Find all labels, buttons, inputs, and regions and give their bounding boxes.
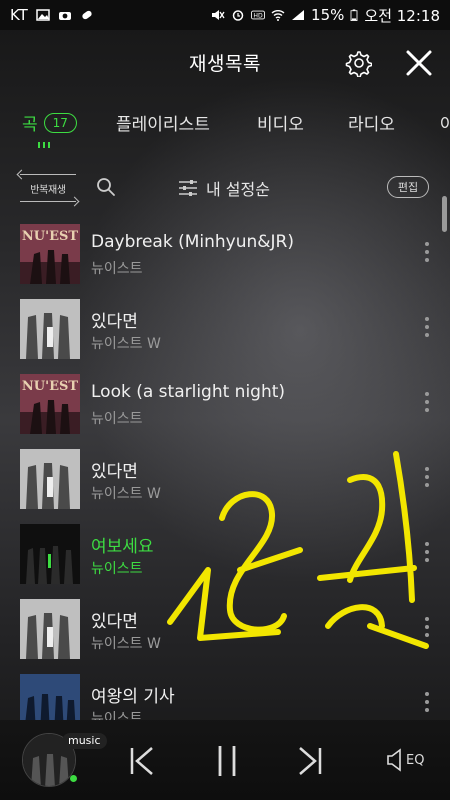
list-item[interactable]: 있다면 뉴이스트 W xyxy=(0,587,450,662)
signal-icon xyxy=(292,10,305,20)
mute-icon xyxy=(212,10,225,20)
list-item[interactable]: 있다면 뉴이스트 W xyxy=(0,287,450,362)
more-icon[interactable] xyxy=(424,467,430,489)
pill-icon xyxy=(82,10,92,20)
album-art xyxy=(20,449,80,509)
tab-playlists[interactable]: 플레이리스트 xyxy=(116,110,210,135)
song-title: 있다면 xyxy=(91,462,138,482)
song-artist: 뉴이스트 W xyxy=(91,636,161,652)
song-count-badge: 17 xyxy=(43,112,77,133)
speaker-icon xyxy=(387,748,401,772)
song-title: 여왕의 기사 xyxy=(91,687,175,707)
album-art: NU'EST xyxy=(20,224,80,284)
album-art xyxy=(20,299,80,359)
tab-bar: 곡 17 플레이리스트 비디오 라디오 아 xyxy=(0,96,450,152)
song-artist: 뉴이스트 xyxy=(91,711,143,720)
song-artist: 뉴이스트 xyxy=(91,561,143,577)
list-item[interactable]: 있다면 뉴이스트 W xyxy=(0,437,450,512)
hd-icon: HD xyxy=(251,10,266,20)
scrollbar[interactable] xyxy=(442,196,447,232)
song-title: Daybreak (Minhyun&JR) xyxy=(91,232,294,252)
repeat-label: 반복재생 xyxy=(30,184,66,196)
music-badge: music xyxy=(62,733,107,749)
song-title: 있다면 xyxy=(91,312,138,332)
tab-songs[interactable]: 곡 17 xyxy=(22,110,77,135)
song-title: Look (a starlight night) xyxy=(91,382,286,402)
edit-label: 편집 xyxy=(397,181,419,194)
list-item[interactable]: NU'EST Daybreak (Minhyun&JR) 뉴이스트 xyxy=(0,212,450,287)
more-icon[interactable] xyxy=(424,617,430,639)
carrier-label: KT xyxy=(10,6,28,24)
more-icon[interactable] xyxy=(424,242,430,264)
clock: 오전 12:18 xyxy=(364,6,440,25)
sliders-icon xyxy=(179,180,197,196)
tab-label: 플레이리스트 xyxy=(116,115,210,135)
next-icon[interactable] xyxy=(294,744,324,778)
song-list: NU'EST Daybreak (Minhyun&JR) 뉴이스트 있다면 뉴이… xyxy=(0,212,450,720)
gear-icon[interactable] xyxy=(344,49,372,77)
more-icon[interactable] xyxy=(424,392,430,414)
playing-dot xyxy=(70,775,77,782)
song-title: 있다면 xyxy=(91,612,138,632)
more-icon[interactable] xyxy=(424,542,430,564)
battery-percent: 15% xyxy=(311,6,345,24)
list-item[interactable]: 여왕의 기사 뉴이스트 xyxy=(0,662,450,720)
eq-label: EQ xyxy=(406,752,425,768)
album-art xyxy=(20,599,80,659)
status-bar: KT HD 15% 오전 12:18 xyxy=(0,0,450,30)
page-title: 재생목록 xyxy=(189,52,261,75)
edit-button[interactable]: 편집 xyxy=(387,176,429,198)
svg-text:NU'EST: NU'EST xyxy=(22,379,78,394)
battery-icon xyxy=(350,9,358,21)
song-artist: 뉴이스트 xyxy=(91,411,143,427)
close-icon[interactable] xyxy=(404,48,434,78)
tab-radio[interactable]: 라디오 xyxy=(348,110,395,135)
more-icon[interactable] xyxy=(424,692,430,714)
sort-label: 내 설정순 xyxy=(206,180,270,199)
gallery-icon xyxy=(36,9,50,21)
now-playing-indicator xyxy=(38,142,52,148)
tab-label: 아 xyxy=(440,115,450,135)
eq-button[interactable]: EQ xyxy=(386,746,432,774)
pause-icon[interactable] xyxy=(212,744,242,778)
album-art xyxy=(20,674,80,720)
svg-text:HD: HD xyxy=(253,13,263,20)
song-artist: 뉴이스트 W xyxy=(91,336,161,352)
tab-label: 라디오 xyxy=(348,115,395,135)
search-icon[interactable] xyxy=(96,177,116,197)
sort-button[interactable]: 내 설정순 xyxy=(178,176,270,200)
svg-text:NU'EST: NU'EST xyxy=(22,229,78,244)
wifi-icon xyxy=(271,10,285,21)
tab-more[interactable]: 아 xyxy=(440,110,450,135)
camera-icon xyxy=(58,12,71,20)
list-toolbar: 반복재생 내 설정순 편집 xyxy=(0,166,450,210)
previous-icon[interactable] xyxy=(128,744,158,778)
more-icon[interactable] xyxy=(424,317,430,339)
repeat-button[interactable]: 반복재생 xyxy=(20,174,76,202)
album-art xyxy=(20,524,80,584)
song-title: 여보세요 xyxy=(91,537,154,557)
header: 재생목록 xyxy=(0,30,450,94)
list-item[interactable]: NU'EST Look (a starlight night) 뉴이스트 xyxy=(0,362,450,437)
tab-video[interactable]: 비디오 xyxy=(257,110,304,135)
list-item-now-playing[interactable]: 여보세요 뉴이스트 xyxy=(0,512,450,587)
alarm-icon xyxy=(232,10,244,21)
tab-label: 비디오 xyxy=(257,115,304,135)
song-artist: 뉴이스트 W xyxy=(91,486,161,502)
mini-player: music EQ xyxy=(0,720,450,800)
tab-label: 곡 xyxy=(22,115,38,135)
album-art: NU'EST xyxy=(20,374,80,434)
song-artist: 뉴이스트 xyxy=(91,261,143,277)
